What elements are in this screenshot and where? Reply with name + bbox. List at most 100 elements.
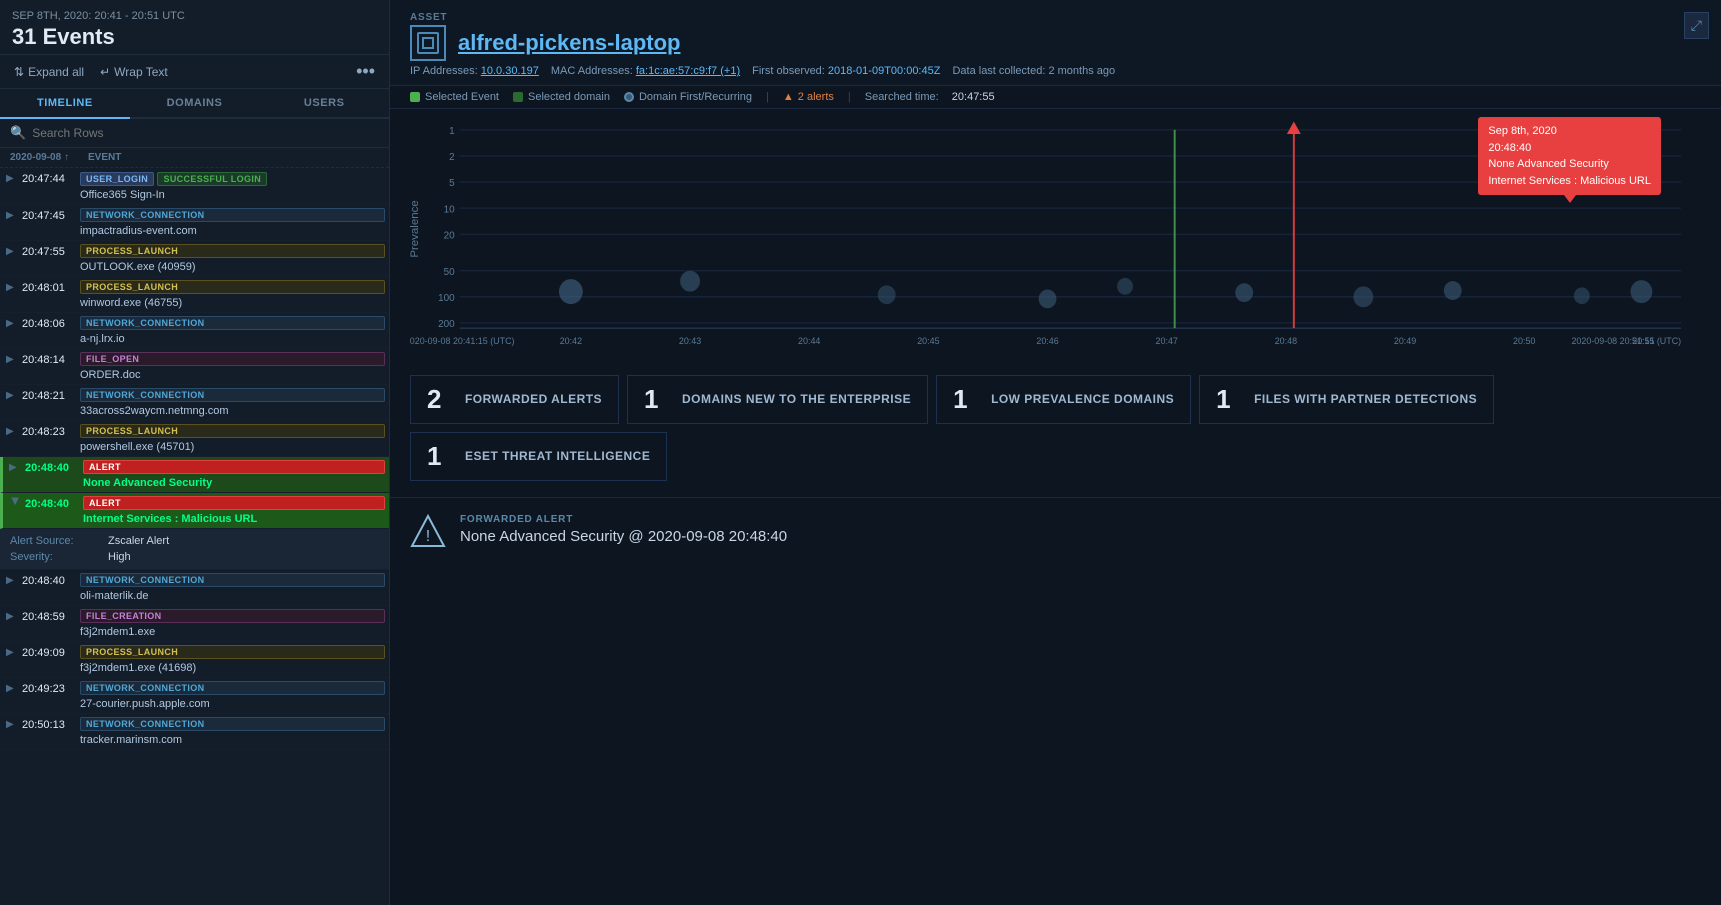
event-label: powershell.exe (45701) [80,441,385,453]
tag-user-login: USER_LOGIN [80,172,154,186]
tab-users[interactable]: USERS [259,89,389,119]
expand-arrow: ▶ [6,719,18,730]
svg-text:1: 1 [449,126,455,137]
first-observed: First observed: 2018-01-09T00:00:45Z [752,65,940,77]
svg-text:200: 200 [438,319,455,330]
event-content: USER_LOGIN SUCCESSFUL LOGIN Office365 Si… [80,171,385,201]
list-item[interactable]: ▶ 20:48:01 PROCESS_LAUNCH winword.exe (4… [0,277,389,313]
event-content: NETWORK_CONNECTION 33across2waycm.netmng… [80,388,385,417]
asset-label: ASSET [410,12,1701,23]
left-header: SEP 8TH, 2020: 20:41 - 20:51 UTC 31 Even… [0,0,389,55]
svg-text:20:44: 20:44 [798,336,820,346]
asset-meta: IP Addresses: 10.0.30.197 MAC Addresses:… [410,65,1701,77]
summary-label: FORWARDED ALERTS [465,392,602,408]
expand-arrow: ▶ [6,683,18,694]
summary-card-forwarded-alerts[interactable]: 2 FORWARDED ALERTS [410,375,619,424]
list-item[interactable]: ▶ 20:49:09 PROCESS_LAUNCH f3j2mdem1.exe … [0,642,389,678]
expand-arrow: ▶ [6,282,18,293]
summary-card-eset[interactable]: 1 ESET THREAT INTELLIGENCE [410,432,667,481]
tab-timeline[interactable]: TIMELINE [0,89,130,119]
event-content: NETWORK_CONNECTION a-nj.lrx.io [80,316,385,345]
event-time: 20:48:06 [22,318,80,330]
list-item[interactable]: ▶ 20:48:21 NETWORK_CONNECTION 33across2w… [0,385,389,421]
expand-arrow: ▶ [6,390,18,401]
event-label: oli-materlik.de [80,590,385,602]
legend: Selected Event Selected domain Domain Fi… [390,86,1721,109]
detail-key: Severity: [10,551,100,563]
list-item[interactable]: ▶ 20:48:40 NETWORK_CONNECTION oli-materl… [0,570,389,606]
list-item[interactable]: ▶ 20:48:23 PROCESS_LAUNCH powershell.exe… [0,421,389,457]
legend-alerts: ▲ 2 alerts [783,91,834,103]
detail-value: Zscaler Alert [108,535,169,547]
legend-selected-event: Selected Event [410,91,499,103]
tag-alert: ALERT [83,496,385,510]
summary-card-low-prevalence[interactable]: 1 LOW PREVALENCE DOMAINS [936,375,1191,424]
expand-arrow: ▶ [6,611,18,622]
list-item[interactable]: ▶ 20:47:55 PROCESS_LAUNCH OUTLOOK.exe (4… [0,241,389,277]
event-count: 31 Events [12,24,377,50]
tag-network: NETWORK_CONNECTION [80,717,385,731]
tag-network: NETWORK_CONNECTION [80,208,385,222]
event-content: ALERT None Advanced Security [83,460,385,489]
alert-info: FORWARDED ALERT None Advanced Security @… [460,514,787,545]
event-content: PROCESS_LAUNCH f3j2mdem1.exe (41698) [80,645,385,674]
asset-icon [410,25,446,61]
event-label: ORDER.doc [80,369,385,381]
alert-detail: ! FORWARDED ALERT None Advanced Security… [390,498,1721,566]
event-content: FILE_CREATION f3j2mdem1.exe [80,609,385,638]
summary-card-partner-detections[interactable]: 1 FILES WITH PARTNER DETECTIONS [1199,375,1494,424]
event-label: impactradius-event.com [80,225,385,237]
mac-link[interactable]: fa:1c:ae:57:c9:f7 (+1) [636,65,740,77]
list-item[interactable]: ▶ 20:47:45 NETWORK_CONNECTION impactradi… [0,205,389,241]
legend-searched-time: Searched time: 20:47:55 [865,91,995,103]
more-options-button[interactable]: ••• [352,61,379,82]
asset-header: ASSET alfred-pickens-laptop IP Addresses… [390,0,1721,86]
summary-card-domains-new[interactable]: 1 DOMAINS NEW TO THE ENTERPRISE [627,375,928,424]
list-item[interactable]: ▶ 20:48:06 NETWORK_CONNECTION a-nj.lrx.i… [0,313,389,349]
legend-domain-first: Domain First/Recurring [624,91,752,103]
event-label: f3j2mdem1.exe (41698) [80,662,385,674]
event-content: PROCESS_LAUNCH powershell.exe (45701) [80,424,385,453]
expand-arrow: ▶ [6,318,18,329]
list-item[interactable]: ▶ 20:48:59 FILE_CREATION f3j2mdem1.exe [0,606,389,642]
svg-text:50: 50 [444,267,455,278]
event-column-header: EVENT [88,152,379,163]
svg-text:Prevalence: Prevalence [410,200,421,257]
legend-separator: | [766,91,769,103]
event-time: 20:48:40 [25,498,83,510]
ip-link[interactable]: 10.0.30.197 [481,65,539,77]
expand-all-button[interactable]: ⇅ Expand all [10,63,88,81]
tag-process: PROCESS_LAUNCH [80,645,385,659]
expand-panel-button[interactable]: ⤢ [1684,12,1709,39]
events-list[interactable]: ▶ 20:47:44 USER_LOGIN SUCCESSFUL LOGIN O… [0,168,389,905]
list-item[interactable]: ▶ 20:49:23 NETWORK_CONNECTION 27-courier… [0,678,389,714]
wrap-text-button[interactable]: ↵ Wrap Text [96,63,172,81]
right-panel: ⤢ ASSET alfred-pickens-laptop IP Address… [390,0,1721,905]
list-item-alert-expanded[interactable]: ▶ 20:48:40 ALERT Internet Services : Mal… [0,493,389,529]
event-label: f3j2mdem1.exe [80,626,385,638]
list-item-alert[interactable]: ▶ 20:48:40 ALERT None Advanced Security [0,457,389,493]
tag-network: NETWORK_CONNECTION [80,681,385,695]
summary-label: FILES WITH PARTNER DETECTIONS [1254,392,1477,408]
tag-file: FILE_CREATION [80,609,385,623]
tab-domains[interactable]: DOMAINS [130,89,260,119]
event-time: 20:48:14 [22,354,80,366]
list-item[interactable]: ▶ 20:47:44 USER_LOGIN SUCCESSFUL LOGIN O… [0,168,389,205]
list-item[interactable]: ▶ 20:50:13 NETWORK_CONNECTION tracker.ma… [0,714,389,750]
tag-network: NETWORK_CONNECTION [80,316,385,330]
tooltip-arrow [1564,195,1576,203]
search-box: 🔍 [0,119,389,148]
asset-name[interactable]: alfred-pickens-laptop [458,30,680,56]
alert-type: FORWARDED ALERT [460,514,787,525]
detail-value: High [108,551,131,563]
svg-text:10: 10 [444,204,455,215]
list-item[interactable]: ▶ 20:48:14 FILE_OPEN ORDER.doc [0,349,389,385]
expand-arrow: ▶ [6,246,18,257]
search-input[interactable] [32,126,379,140]
svg-text:20: 20 [444,230,455,241]
event-time: 20:47:45 [22,210,80,222]
toolbar: ⇅ Expand all ↵ Wrap Text ••• [0,55,389,89]
event-time: 20:47:55 [22,246,80,258]
asset-row: alfred-pickens-laptop [410,25,1701,61]
date-range: SEP 8TH, 2020: 20:41 - 20:51 UTC [12,10,377,22]
